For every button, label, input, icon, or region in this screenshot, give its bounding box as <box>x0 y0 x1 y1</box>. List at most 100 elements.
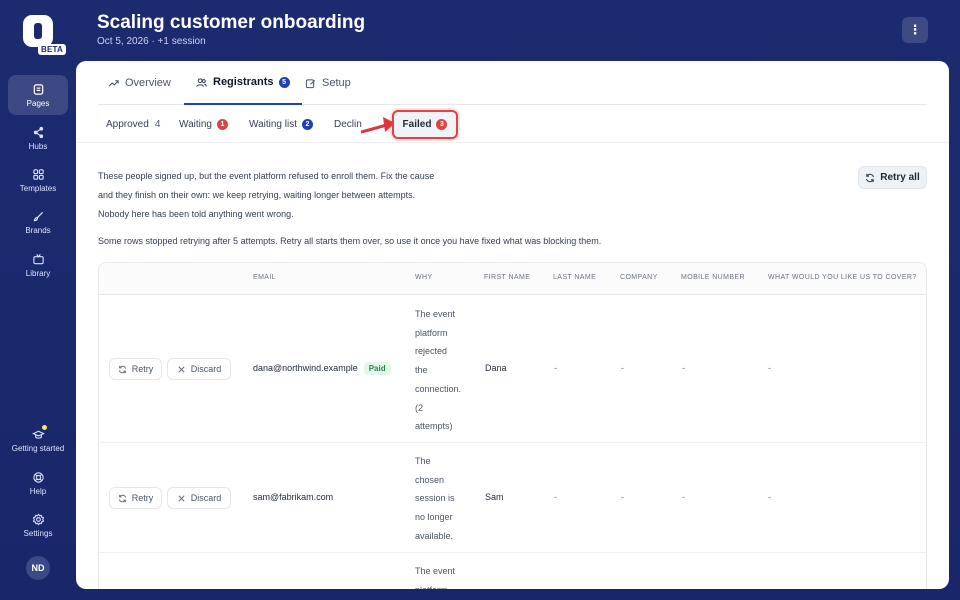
refresh-icon <box>866 173 875 182</box>
trend-icon <box>108 79 119 87</box>
first-name-cell: Sam <box>485 492 504 502</box>
email-cell: dana@northwind.example Paid <box>253 362 391 375</box>
tab-label: Registrants <box>213 76 274 88</box>
paid-badge: Paid <box>363 362 391 375</box>
filter-count-badge: 2 <box>301 118 313 130</box>
sidebar-item-pages[interactable]: Pages <box>8 75 68 115</box>
share-icon <box>31 125 45 139</box>
why-line: connection. <box>415 383 462 394</box>
why-line: rejected <box>415 346 448 357</box>
why-line: no longer <box>415 512 453 523</box>
why-line: platform <box>415 581 471 589</box>
column-header-company: Company <box>620 274 658 281</box>
filter-waiting-list[interactable]: Waiting list 2 <box>249 105 313 143</box>
filter-label: Waiting <box>179 118 212 130</box>
why-cell: The chosen session is no longer availabl… <box>415 452 471 546</box>
table-row: The event platform <box>99 553 926 589</box>
status-filter-bar: Approved 4 Waiting 1 Waiting list 2 Decl… <box>76 105 949 143</box>
retry-button[interactable]: Retry <box>109 358 162 380</box>
tab-setup[interactable]: Setup <box>305 61 351 105</box>
first-name-cell: Dana <box>485 363 507 373</box>
filter-count-badge: 3 <box>436 119 448 130</box>
avatar[interactable]: ND <box>26 556 50 580</box>
sidebar-item-help[interactable]: Help <box>8 463 68 503</box>
filter-count: 4 <box>154 118 161 130</box>
tab-bar: Overview Registrants 5 Setup <box>98 61 927 105</box>
why-line: the <box>415 365 428 376</box>
why-cell: The event platform rejected the connecti… <box>415 305 471 436</box>
more-vertical-icon: ⋮ <box>908 22 922 37</box>
filter-approved[interactable]: Approved 4 <box>106 105 160 143</box>
button-label: Retry all <box>880 172 920 183</box>
column-header-cover: What would you like us to cover? <box>768 274 917 281</box>
main-card: Overview Registrants 5 Setup Approved 4 … <box>76 61 949 589</box>
page-title: Scaling customer onboarding <box>97 12 366 33</box>
close-icon <box>178 494 185 502</box>
logo-mark <box>34 23 42 39</box>
filter-label: Approved <box>106 118 149 130</box>
tab-registrants[interactable]: Registrants 5 <box>184 61 302 105</box>
brush-icon <box>31 209 45 223</box>
company-cell: - <box>621 492 624 502</box>
tab-label: Overview <box>125 77 171 89</box>
beta-badge: BETA <box>38 44 66 55</box>
filter-waiting[interactable]: Waiting 1 <box>179 105 228 143</box>
email-cell: sam@fabrikam.com <box>253 492 333 502</box>
pages-icon <box>31 82 45 96</box>
failed-description: These people signed up, but the event pl… <box>98 167 468 224</box>
tab-label: Setup <box>322 77 351 89</box>
why-line: The event <box>415 309 456 319</box>
refresh-icon <box>118 494 126 502</box>
sidebar-item-hubs[interactable]: Hubs <box>8 118 68 158</box>
sidebar-item-label: Help <box>29 487 47 496</box>
edit-icon <box>305 78 315 88</box>
sidebar-item-label: Brands <box>25 226 51 235</box>
sidebar: BETA Pages Hubs Templates Brands Library… <box>0 0 76 600</box>
sidebar-item-settings[interactable]: Settings <box>8 505 68 545</box>
lifebuoy-icon <box>31 470 45 484</box>
description-line: and they finish on their own: we keep re… <box>98 190 416 200</box>
app-logo[interactable] <box>23 15 53 47</box>
last-name-cell: - <box>554 363 557 373</box>
button-label: Retry <box>131 493 154 503</box>
grid-icon <box>31 167 45 181</box>
retry-button[interactable]: Retry <box>109 487 162 509</box>
users-icon <box>196 77 207 87</box>
sidebar-item-label: Pages <box>26 99 50 108</box>
why-line: attempts) <box>415 421 453 432</box>
company-cell: - <box>621 363 624 373</box>
retry-note: Some rows stopped retrying after 5 attem… <box>98 236 602 246</box>
tab-overview[interactable]: Overview <box>108 61 171 105</box>
sidebar-item-templates[interactable]: Templates <box>8 160 68 200</box>
discard-button[interactable]: Discard <box>167 487 231 509</box>
cover-cell: - <box>768 492 771 502</box>
why-line: The event <box>415 566 456 576</box>
description-line: Nobody here has been told anything went … <box>98 209 294 219</box>
column-header-first-name: First name <box>484 274 531 281</box>
mobile-cell: - <box>682 492 685 502</box>
button-label: Retry <box>131 364 154 374</box>
why-line: (2 <box>415 402 424 413</box>
sidebar-item-library[interactable]: Library <box>8 245 68 285</box>
sidebar-item-label: Getting started <box>11 444 65 453</box>
sidebar-item-label: Library <box>25 269 51 278</box>
filter-label: Waiting list <box>249 118 297 130</box>
retry-all-button[interactable]: Retry all <box>858 166 927 189</box>
refresh-icon <box>118 365 126 373</box>
table-row: Retry Discard dana@northwind.example Paid… <box>99 296 926 443</box>
filter-failed[interactable]: Failed 3 <box>392 110 458 139</box>
last-name-cell: - <box>554 492 557 502</box>
column-header-mobile-number: Mobile number <box>681 274 745 281</box>
sidebar-item-brands[interactable]: Brands <box>8 202 68 242</box>
discard-button[interactable]: Discard <box>167 358 231 380</box>
filter-label: Failed <box>402 119 432 130</box>
graduation-cap-icon <box>31 425 47 441</box>
column-header-email: Email <box>253 274 277 281</box>
sidebar-item-getting-started[interactable]: Getting started <box>8 420 68 460</box>
filter-declined[interactable]: Declin <box>334 105 362 143</box>
why-cell: The event platform <box>415 562 471 589</box>
registrants-count-badge: 5 <box>278 76 290 88</box>
gear-icon <box>31 512 45 526</box>
why-line: platform <box>415 327 448 338</box>
more-options-button[interactable]: ⋮ <box>902 17 928 43</box>
